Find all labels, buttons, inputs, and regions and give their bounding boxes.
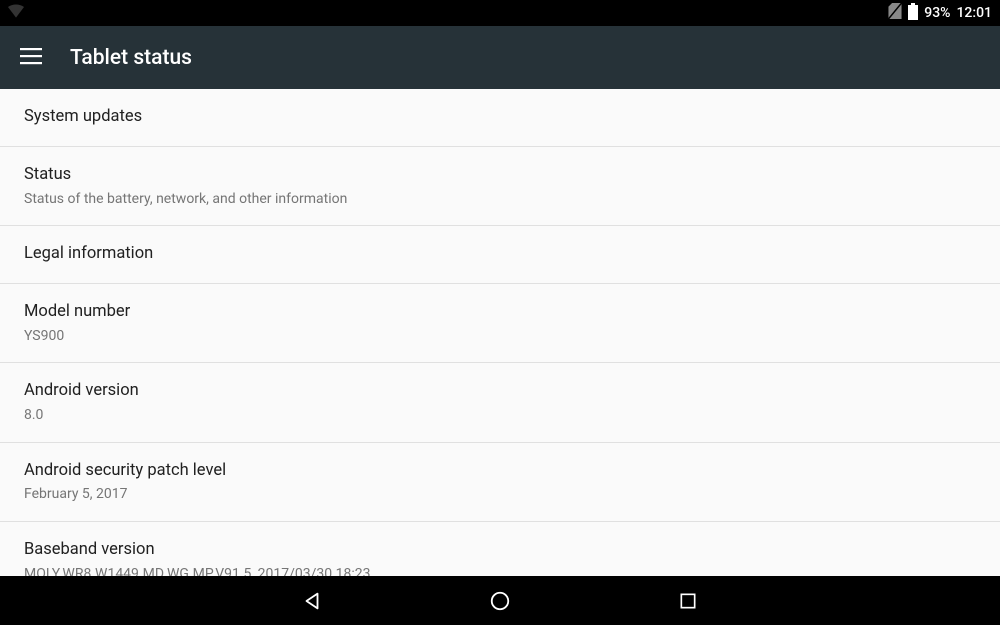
row-system-updates[interactable]: System updates xyxy=(0,89,1000,147)
clock: 12:01 xyxy=(956,5,992,21)
battery-percent: 93% xyxy=(924,5,950,21)
row-primary: Android security patch level xyxy=(24,459,976,484)
app-bar: Tablet status xyxy=(0,26,1000,89)
no-sim-icon xyxy=(888,3,902,23)
recents-button[interactable] xyxy=(664,577,712,625)
row-status[interactable]: Status Status of the battery, network, a… xyxy=(0,147,1000,226)
row-primary: Legal information xyxy=(24,242,976,267)
menu-icon[interactable] xyxy=(20,47,42,69)
row-model-number[interactable]: Model number YS900 xyxy=(0,284,1000,363)
navigation-bar xyxy=(0,576,1000,625)
row-android-version[interactable]: Android version 8.0 xyxy=(0,363,1000,442)
row-primary: Model number xyxy=(24,300,976,325)
row-secondary: February 5, 2017 xyxy=(24,485,976,505)
row-primary: Status xyxy=(24,163,976,188)
row-primary: Baseband version xyxy=(24,538,976,563)
settings-list[interactable]: System updates Status Status of the batt… xyxy=(0,89,1000,576)
row-secondary: YS900 xyxy=(24,327,976,347)
row-legal-information[interactable]: Legal information xyxy=(0,226,1000,284)
wifi-icon xyxy=(8,4,24,22)
row-secondary: 8.0 xyxy=(24,406,976,426)
row-secondary: MOLY.WR8.W1449.MD.WG.MP.V91.5, 2017/03/3… xyxy=(24,565,976,576)
row-primary: System updates xyxy=(24,105,976,130)
page-title: Tablet status xyxy=(70,46,192,70)
home-button[interactable] xyxy=(476,577,524,625)
row-baseband-version[interactable]: Baseband version MOLY.WR8.W1449.MD.WG.MP… xyxy=(0,522,1000,576)
row-primary: Android version xyxy=(24,379,976,404)
battery-icon xyxy=(908,3,918,24)
row-secondary: Status of the battery, network, and othe… xyxy=(24,190,976,210)
status-bar: 93% 12:01 xyxy=(0,0,1000,26)
row-security-patch[interactable]: Android security patch level February 5,… xyxy=(0,443,1000,522)
back-button[interactable] xyxy=(288,577,336,625)
